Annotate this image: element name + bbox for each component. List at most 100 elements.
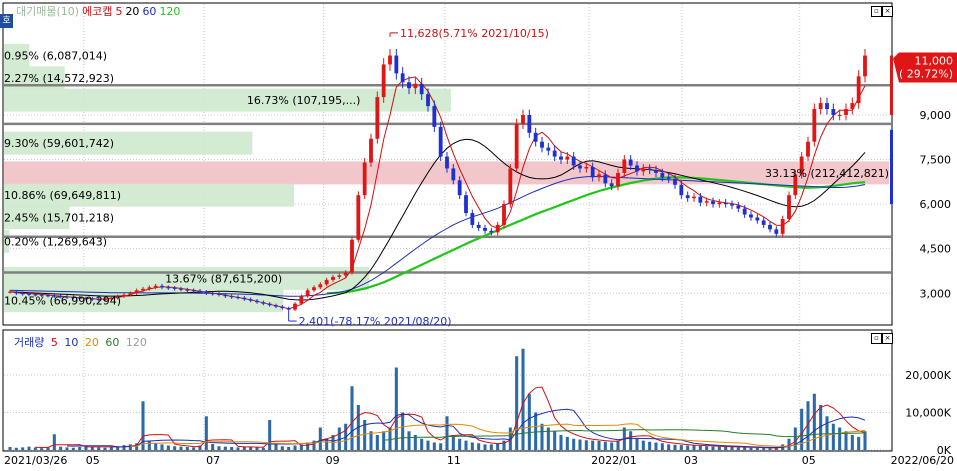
- supply-band-label: 9.30% (59,601,742): [4, 137, 114, 150]
- supply-band-label: 33.13% (212,412,821): [765, 167, 889, 180]
- candle-body: [204, 291, 209, 294]
- legend-ma120: 120: [159, 4, 181, 18]
- candle-body: [407, 82, 411, 89]
- price-legend: 대기매물(10) 에코캡 5 20 60 120: [16, 4, 183, 19]
- candle-body: [856, 76, 861, 104]
- candle-body: [533, 132, 538, 142]
- candle-body: [704, 201, 709, 203]
- candle-body: [685, 195, 690, 199]
- volume-panel-close-button[interactable]: ×: [882, 333, 893, 344]
- volume-legend-ma20: 20: [84, 336, 99, 349]
- candle-body: [628, 159, 633, 166]
- candle-body: [616, 172, 620, 187]
- ma120-line: [326, 176, 866, 295]
- candle-body: [641, 168, 646, 172]
- candle-body: [863, 55, 867, 77]
- price-tick-label: 7,500: [920, 154, 952, 167]
- candle-body: [850, 103, 855, 110]
- candle-body: [609, 183, 614, 187]
- volume-panel-restore-button[interactable]: ▫: [871, 333, 882, 344]
- supply-band-label: 10.86% (69,649,811): [4, 189, 121, 202]
- candle-body: [210, 293, 215, 295]
- candle-body: [274, 305, 278, 307]
- candle-body: [166, 287, 171, 289]
- current-change-label: ( 29.72%): [899, 68, 953, 81]
- candle-body: [223, 294, 228, 297]
- candle-body: [818, 103, 823, 110]
- side-tab[interactable]: 호: [0, 14, 13, 28]
- price-panel-restore-button[interactable]: ▫: [871, 6, 882, 17]
- candle-body: [394, 55, 399, 74]
- date-tick-label: 07: [206, 454, 220, 467]
- volume-legend-ma10: 10: [64, 336, 79, 349]
- supply-band-label: 16.73% (107,195,...): [247, 94, 361, 107]
- candle-body: [236, 297, 240, 299]
- candle-body: [635, 165, 639, 172]
- price-range-up-bar: [890, 55, 893, 115]
- candle-body: [299, 296, 304, 304]
- candle-body: [147, 287, 152, 289]
- candle-body: [584, 166, 589, 169]
- candle-body: [179, 288, 183, 290]
- volume-axis: 20,000K10,000K0K: [905, 369, 951, 457]
- price-tick-label: 3,000: [920, 287, 952, 300]
- candle-body: [14, 291, 19, 294]
- candle-body: [711, 201, 715, 205]
- candle-body: [736, 205, 741, 209]
- candle-body: [521, 114, 525, 124]
- legend-stock: 에코캡: [82, 5, 113, 18]
- high-annotation-label: 11,628(5.71% 2021/10/15): [400, 27, 549, 40]
- candle-body: [666, 177, 671, 179]
- candle-body: [476, 224, 481, 228]
- candle-body: [362, 162, 367, 196]
- candle-body: [780, 218, 785, 234]
- date-tick-label: 05: [86, 454, 100, 467]
- candle-body: [761, 220, 766, 225]
- current-price-label: 11,000: [915, 55, 954, 68]
- legend-ma5: 5: [115, 4, 123, 18]
- candle-body: [191, 290, 196, 292]
- candle-body: [742, 208, 747, 215]
- candle-body: [432, 106, 437, 127]
- volume-legend-ma60: 60: [105, 336, 120, 349]
- candle-body: [660, 172, 665, 178]
- candle-body: [419, 83, 424, 95]
- candle-body: [400, 73, 405, 83]
- supply-band-label: 13.67% (87,615,200): [165, 272, 282, 285]
- volume-legend: 거래량 5 10 20 60 120: [14, 334, 150, 350]
- candle-body: [552, 150, 557, 157]
- candle-body: [280, 306, 285, 309]
- candle-body: [438, 126, 443, 157]
- candle-body: [673, 178, 677, 185]
- candle-body: [426, 94, 430, 107]
- supply-band-label: 2.45% (15,701,218): [4, 211, 114, 224]
- candle-body: [723, 202, 728, 205]
- candle-body: [229, 296, 234, 298]
- candle-body: [242, 297, 247, 300]
- candle-body: [134, 290, 139, 294]
- candle-body: [755, 217, 760, 221]
- grid-layer: [4, 4, 891, 451]
- date-tick-label: 11: [447, 454, 461, 467]
- candle-body: [559, 156, 563, 160]
- supply-band-label: 0.20% (1,269,643): [4, 235, 107, 248]
- candle-body: [337, 275, 342, 277]
- candle-body: [825, 103, 829, 110]
- volume-tick-label: 20,000K: [905, 369, 951, 382]
- candle-body: [622, 159, 627, 173]
- volume-layer: [8, 348, 867, 450]
- candle-body: [185, 289, 190, 291]
- volume-legend-title: 거래량: [14, 336, 45, 349]
- candle-body: [381, 64, 386, 98]
- candle-body: [749, 214, 753, 218]
- candle-body: [812, 109, 817, 142]
- candle-body: [331, 276, 335, 280]
- candle-body: [457, 180, 462, 196]
- stock-chart-window: 0.95% (6,087,014) 2.27% (14,572,923) 16.73…: [0, 0, 957, 468]
- price-panel-close-button[interactable]: ×: [882, 6, 893, 17]
- candle-body: [508, 168, 513, 205]
- candle-body: [318, 284, 323, 288]
- candle-body: [286, 308, 291, 310]
- candle-body: [603, 174, 608, 184]
- candle-body: [122, 294, 126, 297]
